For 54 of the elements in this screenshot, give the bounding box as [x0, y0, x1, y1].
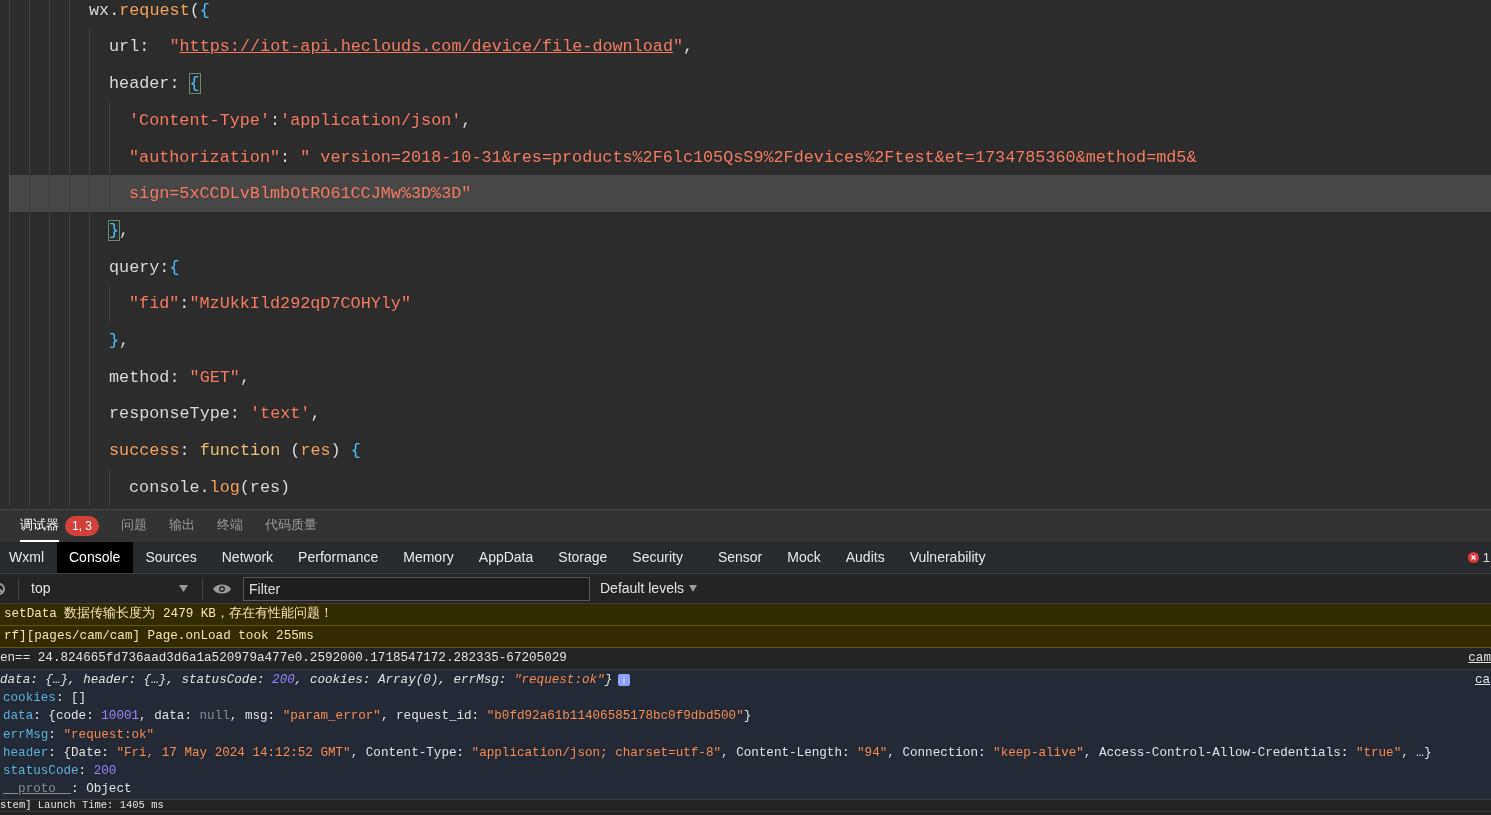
code-line: wx.request({: [89, 0, 210, 22]
devtools-tab[interactable]: Security: [619, 542, 696, 573]
devtools-tab[interactable]: Wxml: [0, 542, 57, 573]
filter-field[interactable]: Filter: [243, 576, 590, 601]
panel-tab[interactable]: 代码质量: [265, 510, 317, 542]
devtools-tab[interactable]: Sensor: [705, 542, 775, 573]
object-property: data: {code: 10001, data: null, msg: "param_error", request_id: "b0fd92a61b11406585178bc0f9dbd500"}: [2, 708, 753, 726]
code-line: method: "GET",: [109, 366, 250, 389]
devtools-tab[interactable]: Vulnerability: [897, 542, 998, 573]
devtools-tab[interactable]: Audits: [833, 542, 898, 573]
object-summary: data: {…}, header: {…}, statusCode: 200, cookies: Array(0), errMsg: "request:ok"}: [0, 672, 613, 689]
error-count: 1: [1482, 548, 1491, 567]
code-line: header: {: [109, 73, 200, 96]
code-line: "authorization": " version=2018-10-31&res=products%2F6lc105QsS9%2Fdevices%2Ftest&et=1734785360&method=md5&: [129, 146, 1197, 169]
object-property: cookies: []: [2, 690, 88, 708]
code-line: success: function (res) {: [109, 440, 361, 462]
source-link[interactable]: ca: [1474, 671, 1490, 690]
code-line: responseType: 'text',: [109, 403, 321, 426]
error-icon: [1467, 552, 1479, 563]
code-line: },: [109, 219, 130, 242]
devtools-tab[interactable]: Performance: [285, 542, 391, 573]
warning-message: setData 数据传输长度为 2479 KB，存在有性能问题！: [4, 605, 333, 624]
devtools-tab[interactable]: AppData: [466, 542, 546, 573]
panel-tab[interactable]: 输出: [169, 510, 195, 542]
code-line: },: [109, 329, 130, 352]
code-line: 'Content-Type':'application/json',: [129, 109, 472, 132]
devtools-tab[interactable]: Network: [209, 542, 286, 573]
panel-tab[interactable]: 问题: [121, 510, 147, 542]
code-line: url: "https://iot-api.heclouds.com/device/file-download",: [109, 36, 694, 59]
code-line: console.log(res): [129, 476, 291, 499]
code-line: "fid":"MzUkkIld292qD7COHYly": [129, 293, 411, 316]
warning-message: rf][pages/cam/cam] Page.onLoad took 255ms: [4, 628, 314, 646]
object-property: errMsg: "request:ok": [2, 726, 156, 744]
devtools-tab[interactable]: Console: [56, 542, 133, 573]
count-badge: 1, 3: [65, 516, 99, 536]
code-line: query:{: [109, 256, 180, 279]
object-property: header: {Date: "Fri, 17 May 2024 14:12:52 GMT", Content-Type: "application/json; charset=utf-8", Content-Length: "94", Connection: "keep-alive", Access-Control-Allow-Credentials: "true", …}: [2, 744, 1433, 762]
devtools-tab[interactable]: Sources: [132, 542, 210, 573]
panel-tab[interactable]: 终端: [217, 510, 243, 542]
object-property: __proto__: Object: [2, 781, 133, 799]
caret-icon: [179, 585, 188, 592]
caret-icon: [689, 585, 698, 592]
info-icon[interactable]: [618, 674, 631, 687]
devtools-tab[interactable]: Memory: [390, 542, 467, 573]
source-link[interactable]: cam: [1468, 649, 1491, 668]
context-select[interactable]: top: [31, 578, 51, 599]
devtools-tab[interactable]: Storage: [545, 542, 620, 573]
code-line: sign=5xCCDLvBlmbOtRO61CCJMw%3D%3D": [129, 183, 472, 206]
devtools-tab[interactable]: Mock: [774, 542, 834, 573]
log-message: stem] Launch Time: 1405 ms: [0, 800, 164, 812]
levels-select[interactable]: Default levels: [600, 578, 685, 599]
log-message: en== 24.824665fd736aad3d6a1a520979a477e0.2592000.1718547172.282335-67205029: [0, 650, 567, 668]
eye-icon[interactable]: [213, 582, 231, 595]
object-property: statusCode: 200: [2, 763, 118, 780]
